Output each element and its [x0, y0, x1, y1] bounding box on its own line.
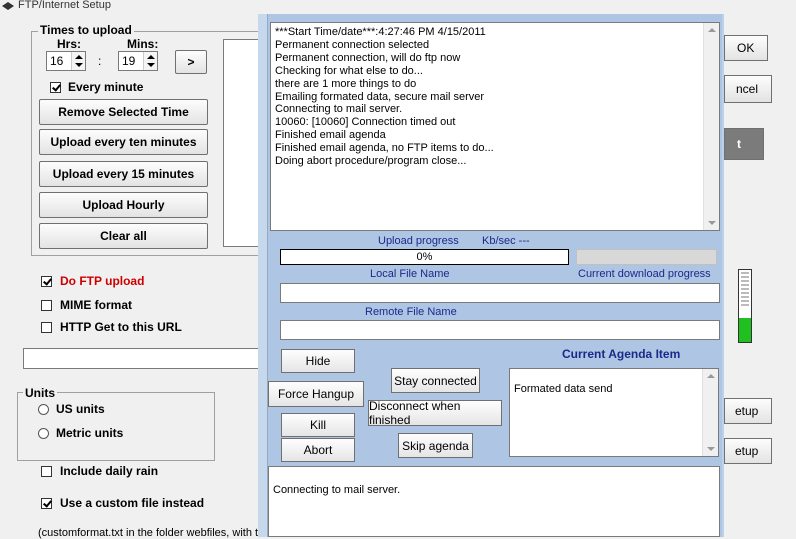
time-colon: :	[98, 54, 102, 68]
clear-all-button[interactable]: Clear all	[39, 223, 208, 249]
add-time-button[interactable]: >	[175, 50, 207, 74]
http-url-input[interactable]	[23, 348, 263, 369]
mins-label: Mins:	[127, 37, 159, 51]
log-line: Finished email agenda, no FTP items to d…	[275, 142, 494, 155]
current-download-label: Current download progress	[578, 268, 711, 280]
setup-button-2[interactable]: etup	[724, 438, 772, 464]
log-line: Permanent connection, will do ftp now	[275, 51, 461, 64]
log-line: Finished email agenda	[275, 129, 386, 142]
upload-progress-label: Upload progress	[378, 235, 459, 247]
log-line: Checking for what else to do...	[275, 64, 423, 77]
daily-rain-checkbox[interactable]	[41, 466, 52, 477]
status-text: Connecting to mail server.	[273, 484, 401, 496]
units-group-legend: Units	[23, 386, 57, 400]
log-line: 10060: [10060] Connection timed out	[275, 116, 456, 129]
log-lines: ***Start Time/date***:4:27:46 PM 4/15/20…	[275, 26, 715, 168]
us-units-radio[interactable]	[38, 404, 49, 415]
activity-log[interactable]: ***Start Time/date***:4:27:46 PM 4/15/20…	[270, 22, 720, 231]
download-progress-bar	[576, 249, 717, 265]
hours-stepper[interactable]: 16	[46, 51, 86, 71]
metric-units-label: Metric units	[56, 426, 124, 440]
do-ftp-checkbox[interactable]	[41, 276, 52, 287]
kbsec-label: Kb/sec ---	[482, 235, 530, 247]
kill-button[interactable]: Kill	[281, 413, 355, 437]
local-file-label: Local File Name	[370, 268, 450, 280]
remove-selected-time-button[interactable]: Remove Selected Time	[39, 99, 208, 125]
custom-file-label: Use a custom file instead	[60, 496, 205, 510]
abort-button[interactable]: Abort	[281, 438, 355, 462]
status-text-box[interactable]: Connecting to mail server.	[268, 466, 720, 537]
skip-agenda-button[interactable]: Skip agenda	[398, 433, 473, 458]
title-bar: FTP/Internet Setup	[0, 0, 796, 14]
upload-progress-value: 0%	[416, 251, 433, 263]
hide-button[interactable]: Hide	[281, 349, 355, 373]
upload-every-15-button[interactable]: Upload every 15 minutes	[39, 161, 208, 187]
hours-stepper-arrows[interactable]	[71, 52, 85, 70]
hrs-label: Hrs:	[57, 37, 82, 51]
app-icon	[2, 2, 14, 10]
every-minute-checkbox[interactable]	[50, 82, 61, 93]
remote-file-input[interactable]	[280, 320, 720, 340]
stay-connected-button[interactable]: Stay connected	[391, 368, 480, 393]
remote-file-label: Remote File Name	[365, 306, 457, 318]
minutes-stepper[interactable]: 19	[118, 51, 158, 71]
do-ftp-label: Do FTP upload	[60, 274, 145, 288]
dark-action-button[interactable]: t	[724, 128, 764, 160]
ok-button[interactable]: OK	[724, 35, 768, 61]
agenda-scrollbar[interactable]	[702, 369, 718, 456]
log-line: Emailing formated data, secure mail serv…	[275, 90, 485, 103]
minutes-stepper-arrows[interactable]	[143, 52, 157, 70]
mime-format-label: MIME format	[60, 298, 132, 312]
cancel-button[interactable]: ncel	[724, 75, 772, 103]
setup-button-1[interactable]: etup	[724, 398, 772, 424]
daily-rain-label: Include daily rain	[60, 464, 159, 478]
log-line: Permanent connection selected	[275, 38, 430, 51]
every-minute-label: Every minute	[68, 80, 144, 94]
window-title: FTP/Internet Setup	[18, 0, 111, 11]
times-group-legend: Times to upload	[38, 23, 134, 37]
dialog-left-frame	[258, 14, 268, 537]
local-file-input[interactable]	[280, 283, 720, 303]
upload-every-ten-button[interactable]: Upload every ten minutes	[39, 129, 208, 155]
custom-file-checkbox[interactable]	[41, 498, 52, 509]
agenda-list[interactable]: Formated data send	[509, 368, 719, 457]
force-hangup-button[interactable]: Force Hangup	[268, 381, 364, 407]
upload-times-list[interactable]	[223, 39, 263, 247]
status-meter	[738, 269, 752, 343]
log-line: Connecting to mail server.	[275, 103, 403, 116]
http-get-checkbox[interactable]	[41, 322, 52, 333]
current-agenda-label: Current Agenda Item	[562, 347, 681, 361]
agenda-item[interactable]: Formated data send	[514, 383, 612, 395]
upload-progress-bar: 0%	[280, 249, 569, 265]
log-scrollbar[interactable]	[703, 23, 719, 230]
http-get-label: HTTP Get to this URL	[60, 320, 182, 334]
custom-file-note: (customformat.txt in the folder webfiles…	[38, 527, 265, 539]
log-line: Doing abort procedure/program close...	[275, 155, 467, 168]
metric-units-radio[interactable]	[38, 428, 49, 439]
upload-hourly-button[interactable]: Upload Hourly	[39, 192, 208, 218]
disconnect-when-finished-button[interactable]: Disconnect when finished	[368, 399, 502, 427]
log-line: ***Start Time/date***:4:27:46 PM 4/15/20…	[275, 26, 486, 38]
us-units-label: US units	[56, 402, 105, 416]
log-line: there are 1 more things to do	[275, 77, 417, 90]
mime-format-checkbox[interactable]	[41, 300, 52, 311]
